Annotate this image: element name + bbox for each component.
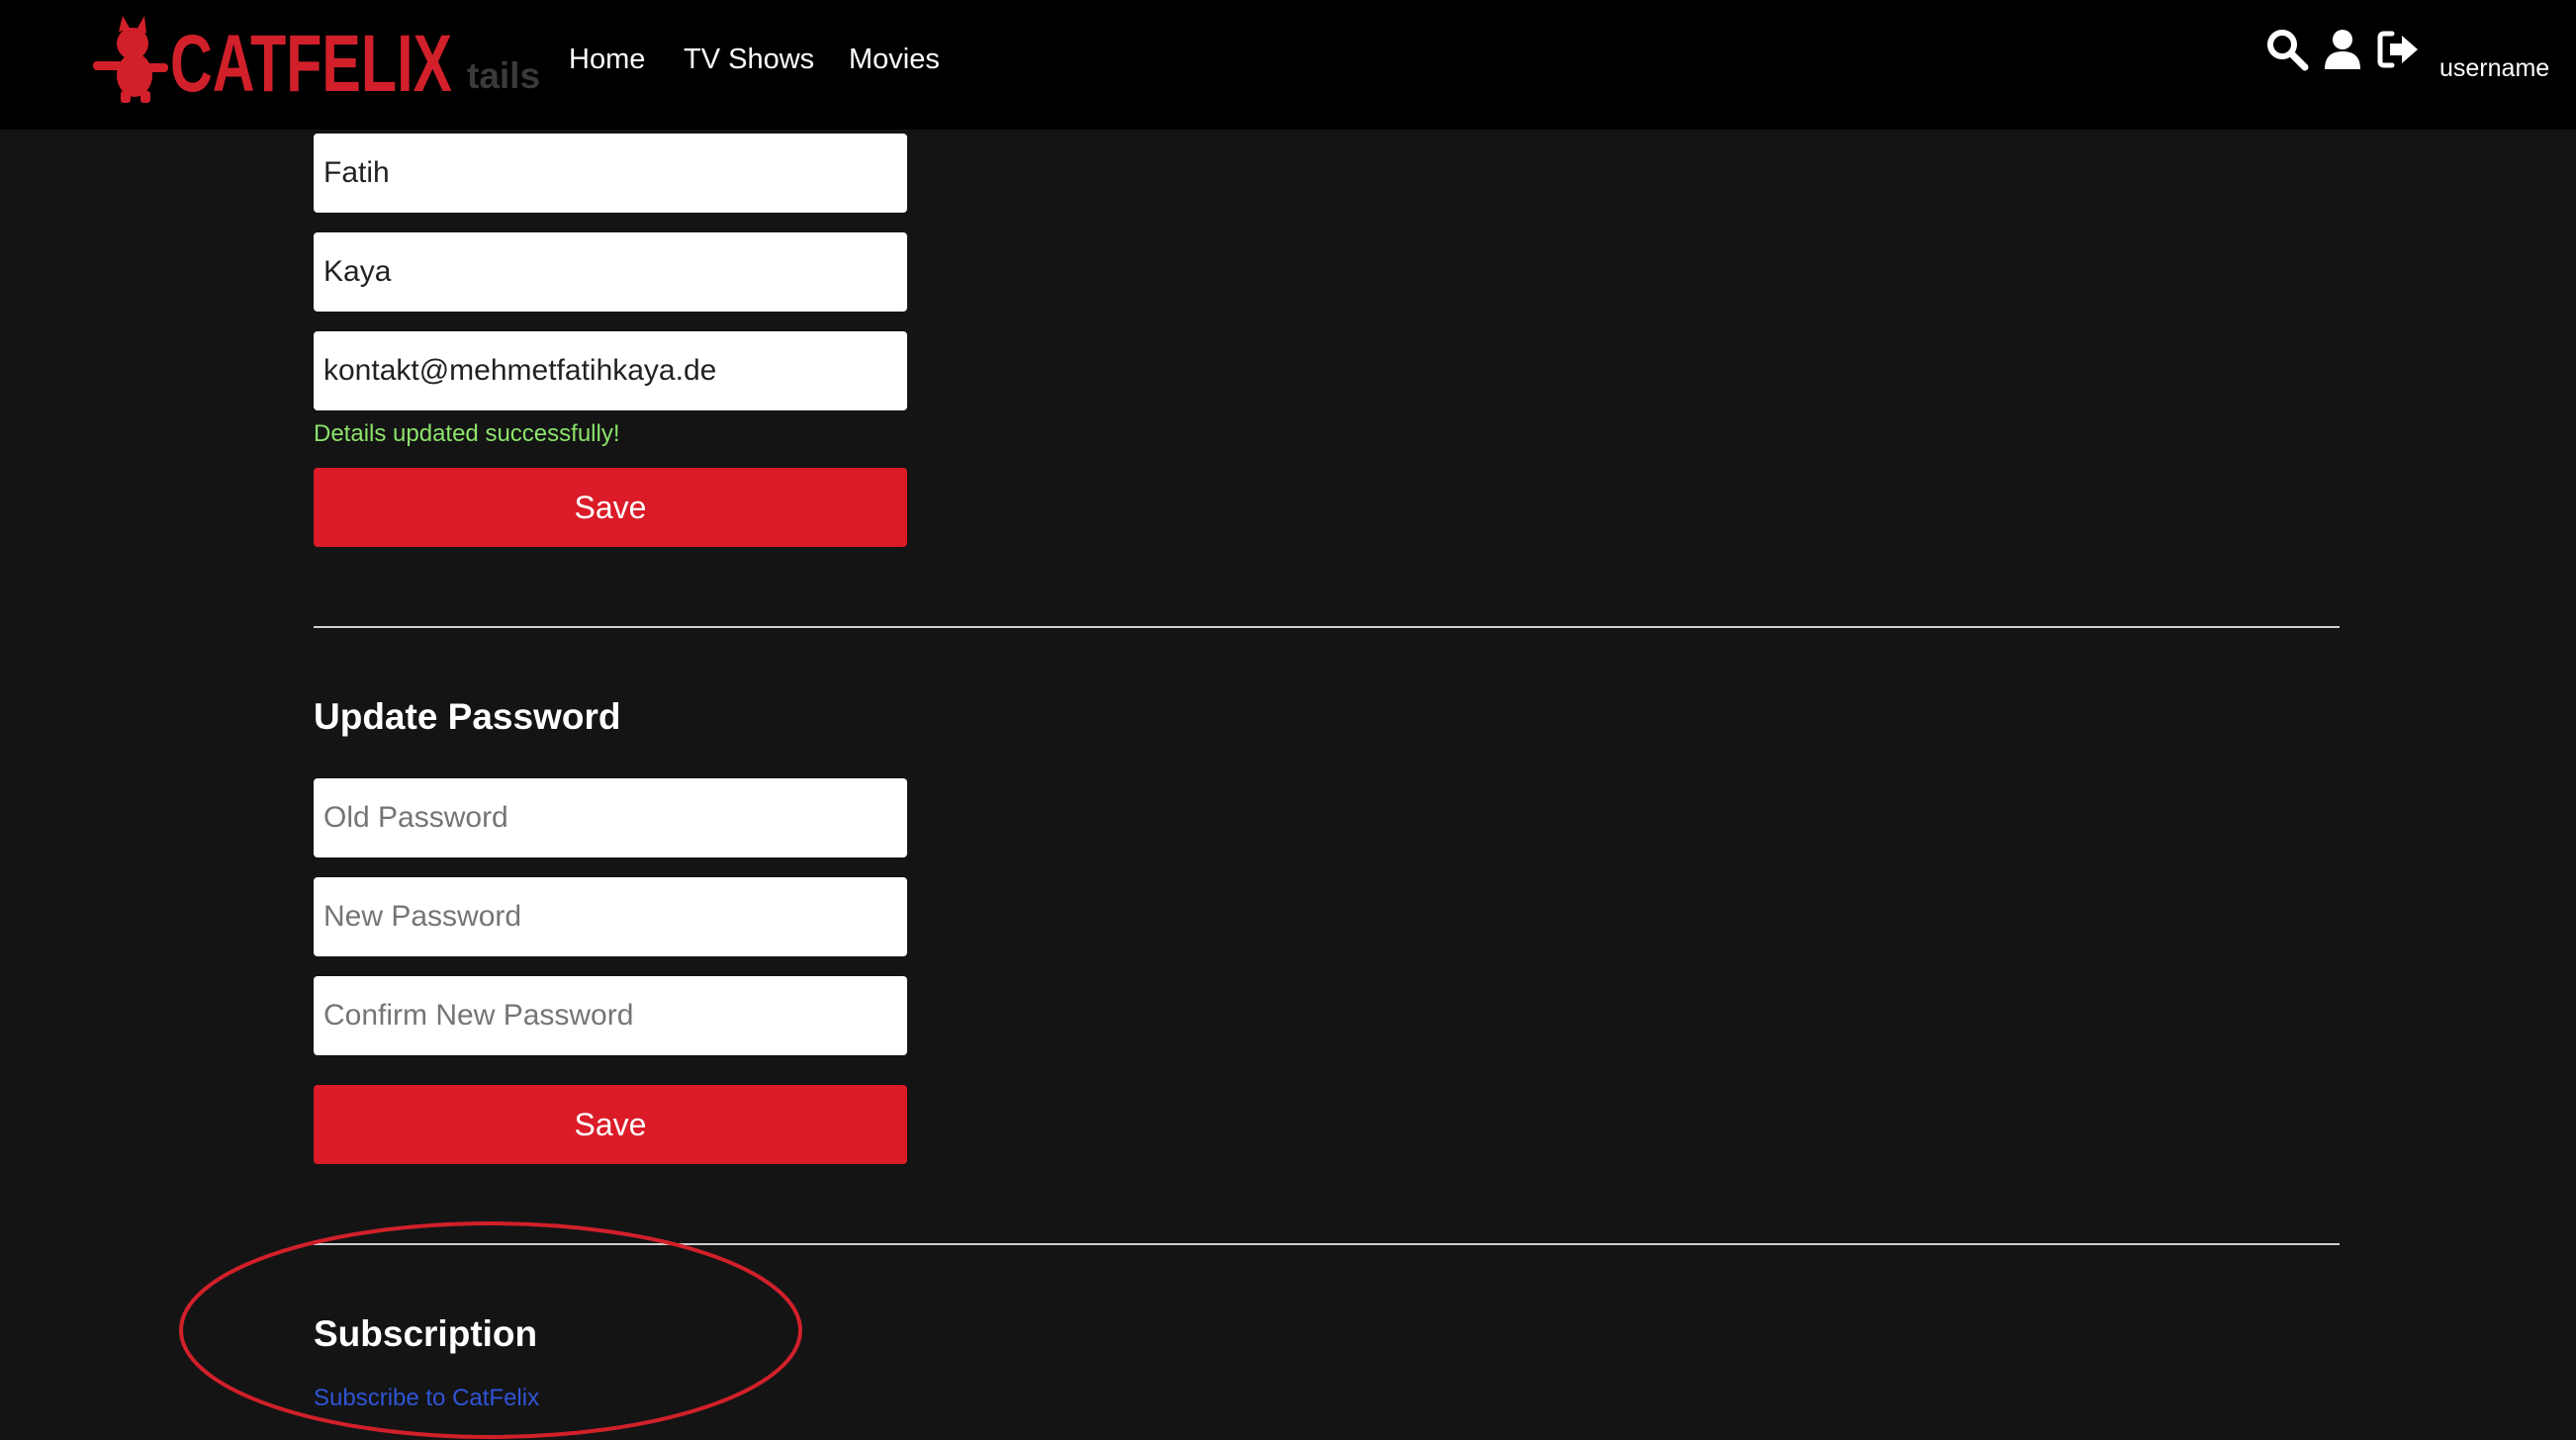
nav-tv-shows[interactable]: TV Shows	[684, 44, 814, 76]
save-details-button[interactable]: Save	[314, 468, 907, 547]
update-password-title: Update Password	[314, 696, 621, 737]
user-icon[interactable]	[2321, 28, 2364, 71]
catfelix-logo[interactable]: CATFELIX	[91, 14, 457, 103]
save-password-button[interactable]: Save	[314, 1085, 907, 1164]
account-content: tails Details updated successfully! Save…	[0, 0, 2576, 1440]
username-label[interactable]: username	[2439, 54, 2549, 83]
first-name-input[interactable]	[314, 134, 907, 213]
cat-mascot-icon	[93, 16, 168, 103]
section-divider	[314, 1243, 2340, 1245]
section-divider	[314, 626, 2340, 628]
old-password-input[interactable]	[314, 778, 907, 857]
new-password-input[interactable]	[314, 877, 907, 956]
subscription-title: Subscription	[314, 1313, 538, 1354]
search-icon[interactable]	[2265, 28, 2309, 71]
account-details-title: tails	[467, 55, 541, 96]
success-message: Details updated successfully!	[314, 420, 620, 447]
nav-movies[interactable]: Movies	[849, 44, 940, 76]
logo-wordmark: CATFELIX	[170, 19, 452, 103]
top-navbar: CATFELIX Home TV Shows Movies username	[0, 0, 2576, 130]
subscribe-link[interactable]: Subscribe to CatFelix	[314, 1385, 539, 1412]
account-page: tails Details updated successfully! Save…	[0, 0, 2576, 1440]
nav-home[interactable]: Home	[569, 44, 645, 76]
email-input[interactable]	[314, 331, 907, 410]
confirm-password-input[interactable]	[314, 976, 907, 1055]
sign-out-icon[interactable]	[2376, 28, 2420, 71]
last-name-input[interactable]	[314, 232, 907, 312]
